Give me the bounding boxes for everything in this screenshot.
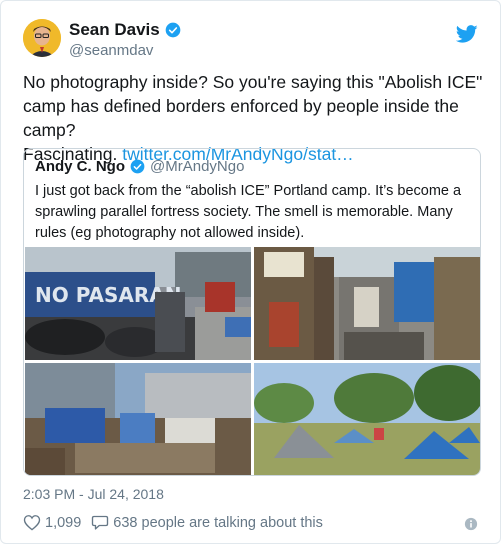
quote-display-name[interactable]: Andy C. Ngo [35,158,125,175]
camp-photo-4[interactable] [254,363,480,475]
author-block: Sean Davis @seanmdav [69,20,181,61]
info-icon[interactable] [464,517,478,531]
like-action[interactable]: 1,099 [23,514,81,531]
reply-action[interactable]: 638 people are talking about this [91,514,323,531]
quote-header: Andy C. Ngo @MrAndyNgo [35,158,244,175]
verified-badge-icon [130,159,145,174]
camp-photo-2[interactable] [254,247,480,360]
camp-photo-1[interactable]: NO PASARAN [25,247,251,360]
heart-icon[interactable] [23,514,41,531]
tweet-timestamp[interactable]: 2:03 PM - Jul 24, 2018 [23,486,164,502]
tweet-text-line-1: No photography inside? So you're saying … [23,72,483,92]
author-display-name[interactable]: Sean Davis [69,20,160,40]
twitter-bird-icon[interactable] [456,23,478,45]
camp-photo-3[interactable] [25,363,251,475]
reply-bubble-icon[interactable] [91,514,109,531]
tweet-actions: 1,099 638 people are talking about this [23,514,333,531]
photo-grid: NO PASARAN [25,247,480,475]
quoted-tweet[interactable]: Andy C. Ngo @MrAndyNgo I just got back f… [23,148,481,476]
tweet-text-line-2: camp has defined borders enforced by peo… [23,96,459,140]
quote-text: I just got back from the “abolish ICE” P… [35,183,462,241]
avatar[interactable] [23,19,61,57]
like-count: 1,099 [45,514,82,531]
verified-badge-icon [165,22,181,38]
author-handle[interactable]: @seanmdav [69,41,181,61]
replies-text: 638 people are talking about this [113,514,323,531]
tweet-card: Sean Davis @seanmdav No photography insi… [0,0,501,544]
quote-handle[interactable]: @MrAndyNgo [150,158,244,175]
author-name-row: Sean Davis [69,20,181,40]
